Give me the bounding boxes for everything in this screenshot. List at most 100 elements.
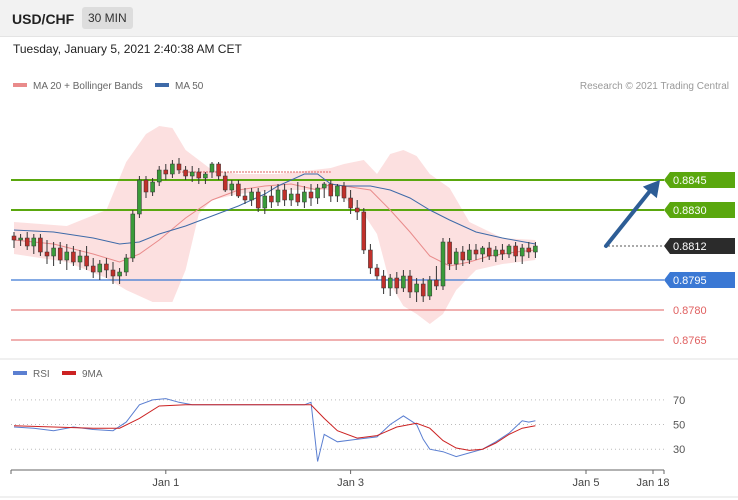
candle (335, 184, 340, 202)
candle-body (209, 163, 215, 173)
candle-body (335, 185, 340, 197)
candle-body (361, 211, 367, 251)
candle-body (420, 283, 426, 297)
candle (130, 210, 136, 262)
candle (368, 244, 373, 274)
candle-body (288, 193, 294, 201)
candle-body (460, 251, 466, 261)
candle-body (295, 193, 301, 203)
candle-body (51, 247, 56, 257)
candle-body (486, 247, 492, 257)
candle-body (11, 235, 17, 241)
candle-body (222, 175, 228, 191)
candle-body (321, 183, 327, 189)
candle-body (189, 171, 195, 177)
candle-body (354, 207, 360, 213)
x-tick-label: Jan 18 (636, 477, 669, 489)
candle-body (216, 163, 221, 177)
resistance-1-label: 0.8830 (664, 202, 735, 218)
candle-body (341, 185, 347, 199)
candle-body (381, 275, 386, 289)
candle-body (414, 283, 419, 293)
support-1-label-text: 0.8795 (673, 275, 707, 287)
candle-body (506, 245, 512, 255)
candle (288, 188, 294, 206)
candle-body (71, 251, 76, 263)
candle-body (229, 183, 235, 191)
support-2-label: 0.8780 (673, 305, 707, 317)
rsi-series-9ma (13, 404, 536, 451)
chart-frame: USD/CHF 30 MIN Tuesday, January 5, 2021 … (0, 0, 738, 500)
candle-body (493, 249, 499, 257)
candle-body (242, 195, 248, 201)
candle-body (64, 251, 70, 261)
candle-body (275, 189, 281, 203)
rsi-series-rsi (13, 398, 536, 462)
candle-body (236, 183, 241, 197)
candle-body (519, 247, 525, 257)
candle-body (104, 263, 109, 271)
candle-body (84, 255, 89, 267)
candle (361, 208, 367, 254)
forecast-arrow-shaft (604, 184, 656, 248)
candle-body (348, 197, 353, 209)
rsi-tick-30: 30 (673, 444, 685, 456)
x-tick-label: Jan 3 (337, 477, 364, 489)
candle-body (434, 279, 439, 287)
candle-body (315, 187, 320, 199)
candle-body (203, 173, 208, 179)
rsi-tick-50: 50 (673, 420, 685, 432)
candle-body (183, 169, 188, 177)
support-3-label: 0.8765 (673, 335, 707, 347)
candle-body (137, 179, 142, 215)
x-tick-label: Jan 1 (152, 477, 179, 489)
candle-body (57, 247, 63, 261)
resistance-2-label: 0.8845 (664, 172, 735, 188)
candle-body (31, 237, 37, 247)
candle-body (170, 163, 175, 175)
candle-body (18, 237, 23, 241)
candle-body (513, 245, 518, 257)
candle-body (24, 237, 30, 247)
candle-body (302, 191, 307, 203)
candle (374, 264, 380, 280)
candle-body (176, 163, 182, 171)
candle-body (143, 179, 149, 193)
candle-body (90, 265, 96, 273)
candle-body (38, 237, 43, 253)
candle-body (308, 191, 314, 199)
candle-body (407, 275, 413, 293)
resistance-1-label-text: 0.8830 (673, 205, 707, 217)
candle (440, 238, 446, 290)
candle-body (387, 277, 393, 289)
price-chart: 0.8845 0.8830 0.8812 0.8795 0.8780 0.8765 70 5… (0, 126, 738, 498)
candle (381, 270, 386, 294)
bollinger-band (14, 126, 536, 324)
candle-body (401, 275, 406, 289)
candle-body (44, 251, 50, 257)
candle-body (447, 241, 452, 265)
candle-body (368, 249, 373, 269)
candle-body (255, 191, 261, 209)
candle-body (374, 267, 380, 277)
candle-body (526, 247, 532, 253)
candle-body (196, 171, 202, 179)
candle-body (249, 191, 254, 201)
candle-body (269, 195, 274, 203)
x-tick-label: Jan 5 (573, 477, 600, 489)
candle-body (123, 257, 129, 273)
candle-body (480, 247, 485, 255)
candle-body (117, 271, 122, 277)
support-3-label-text: 0.8765 (673, 335, 707, 347)
candle (137, 176, 142, 218)
candle-body (427, 279, 433, 297)
support-2-label-text: 0.8780 (673, 305, 707, 317)
candle-body (156, 169, 162, 183)
candle-body (163, 169, 169, 175)
support-1-label: 0.8795 (664, 272, 735, 288)
candle-body (500, 249, 505, 255)
candle-body (473, 249, 479, 255)
candle-body (150, 181, 155, 193)
candle-body (328, 183, 334, 197)
candle-body (282, 189, 287, 201)
